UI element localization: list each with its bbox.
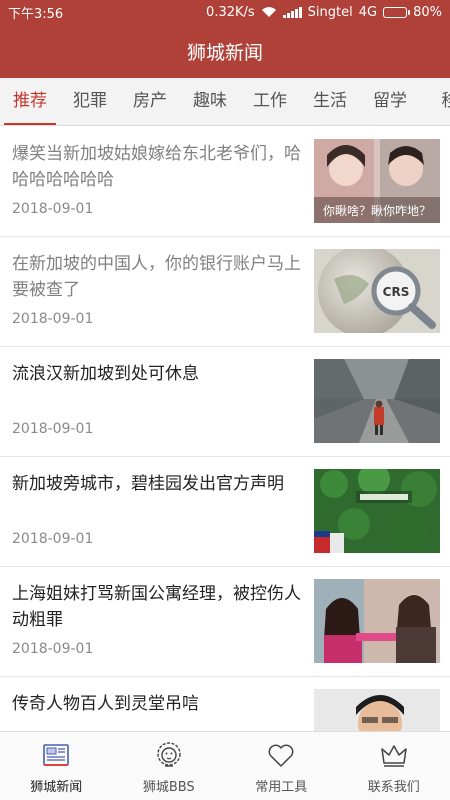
news-date: 2018-09-01 <box>12 421 94 437</box>
status-bar: 下午3:56 0.32K/s Singtel 4G 80% <box>0 0 450 24</box>
app-header: 狮城新闻 <box>0 24 450 78</box>
tab-property[interactable]: 房产 <box>120 78 180 125</box>
news-title: 新加坡旁城市，碧桂园发出官方声明 <box>12 474 284 494</box>
news-date: 2018-09-01 <box>12 201 94 217</box>
nav-news-label: 狮城新闻 <box>30 780 83 795</box>
lion-icon <box>154 740 184 770</box>
heart-icon <box>266 740 296 770</box>
battery-percent: 80% <box>413 4 442 20</box>
tab-work[interactable]: 工作 <box>240 78 300 125</box>
news-item[interactable]: 在新加坡的中国人，你的银行账户马上要被查了 2018-09-01 CRS <box>0 237 450 347</box>
news-item[interactable]: 传奇人物百人到灵堂吊唁 <box>0 677 450 731</box>
nav-news[interactable]: 狮城新闻 <box>0 732 113 800</box>
news-date: 2018-09-01 <box>12 641 94 657</box>
news-item[interactable]: 爆笑当新加坡姑娘嫁给东北老爷们，哈哈哈哈哈哈哈 2018-09-01 你瞅啥？瞅… <box>0 127 450 237</box>
women-photo-icon <box>314 579 440 663</box>
man-portrait-icon <box>314 689 440 731</box>
tab-crime[interactable]: 犯罪 <box>60 78 120 125</box>
tab-life[interactable]: 生活 <box>300 78 360 125</box>
tab-fun[interactable]: 趣味 <box>180 78 240 125</box>
news-title: 上海姐妹打骂新国公寓经理，被控伤人动粗罪 <box>12 584 301 630</box>
network-speed: 0.32K/s <box>206 4 255 20</box>
news-icon <box>41 740 71 770</box>
crown-icon <box>379 740 409 770</box>
traveler-road-icon <box>314 359 440 443</box>
status-time: 下午3:56 <box>8 6 64 22</box>
thumb-caption: 你瞅啥？瞅你咋地？ <box>323 203 431 218</box>
tab-recommend[interactable]: 推荐 <box>0 78 60 125</box>
nav-bbs[interactable]: 狮城BBS <box>113 732 226 800</box>
bottom-nav[interactable]: 狮城新闻 狮城BBS 常用工具 联系我们 <box>0 731 450 800</box>
nav-bbs-label: 狮城BBS <box>142 780 195 795</box>
nav-contact-label: 联系我们 <box>367 780 420 795</box>
thumb-caption: CRS <box>383 285 410 299</box>
green-wall-icon <box>314 469 440 553</box>
tab-immigration[interactable]: 移 <box>420 78 450 125</box>
news-date: 2018-09-01 <box>12 311 94 327</box>
news-title: 爆笑当新加坡姑娘嫁给东北老爷们，哈哈哈哈哈哈哈 <box>12 144 301 190</box>
wifi-icon <box>261 6 277 18</box>
nav-tools-label: 常用工具 <box>255 780 308 795</box>
tab-study-abroad[interactable]: 留学 <box>360 78 420 125</box>
couple-photo-icon: 你瞅啥？瞅你咋地？ <box>314 139 440 223</box>
battery-icon <box>383 6 411 18</box>
network-type: 4G <box>358 4 378 20</box>
signal-icon <box>282 6 302 18</box>
carrier-name: Singtel <box>307 4 353 20</box>
news-title: 流浪汉新加坡到处可休息 <box>12 364 199 384</box>
news-title: 在新加坡的中国人，你的银行账户马上要被查了 <box>12 254 301 300</box>
news-item[interactable]: 上海姐妹打骂新国公寓经理，被控伤人动粗罪 2018-09-01 <box>0 567 450 677</box>
page-title: 狮城新闻 <box>186 41 263 64</box>
status-right: 0.32K/s Singtel 4G 80% <box>206 5 442 20</box>
category-tabs[interactable]: 推荐 犯罪 房产 趣味 工作 生活 留学 移 <box>0 78 450 126</box>
news-item[interactable]: 新加坡旁城市，碧桂园发出官方声明 2018-09-01 <box>0 457 450 567</box>
magnifier-globe-icon: CRS <box>314 249 440 333</box>
nav-contact[interactable]: 联系我们 <box>338 732 450 800</box>
news-title: 传奇人物百人到灵堂吊唁 <box>12 694 199 714</box>
news-item[interactable]: 流浪汉新加坡到处可休息 2018-09-01 <box>0 347 450 457</box>
nav-tools[interactable]: 常用工具 <box>225 732 338 800</box>
news-list[interactable]: 爆笑当新加坡姑娘嫁给东北老爷们，哈哈哈哈哈哈哈 2018-09-01 你瞅啥？瞅… <box>0 127 450 731</box>
news-date: 2018-09-01 <box>12 531 94 547</box>
